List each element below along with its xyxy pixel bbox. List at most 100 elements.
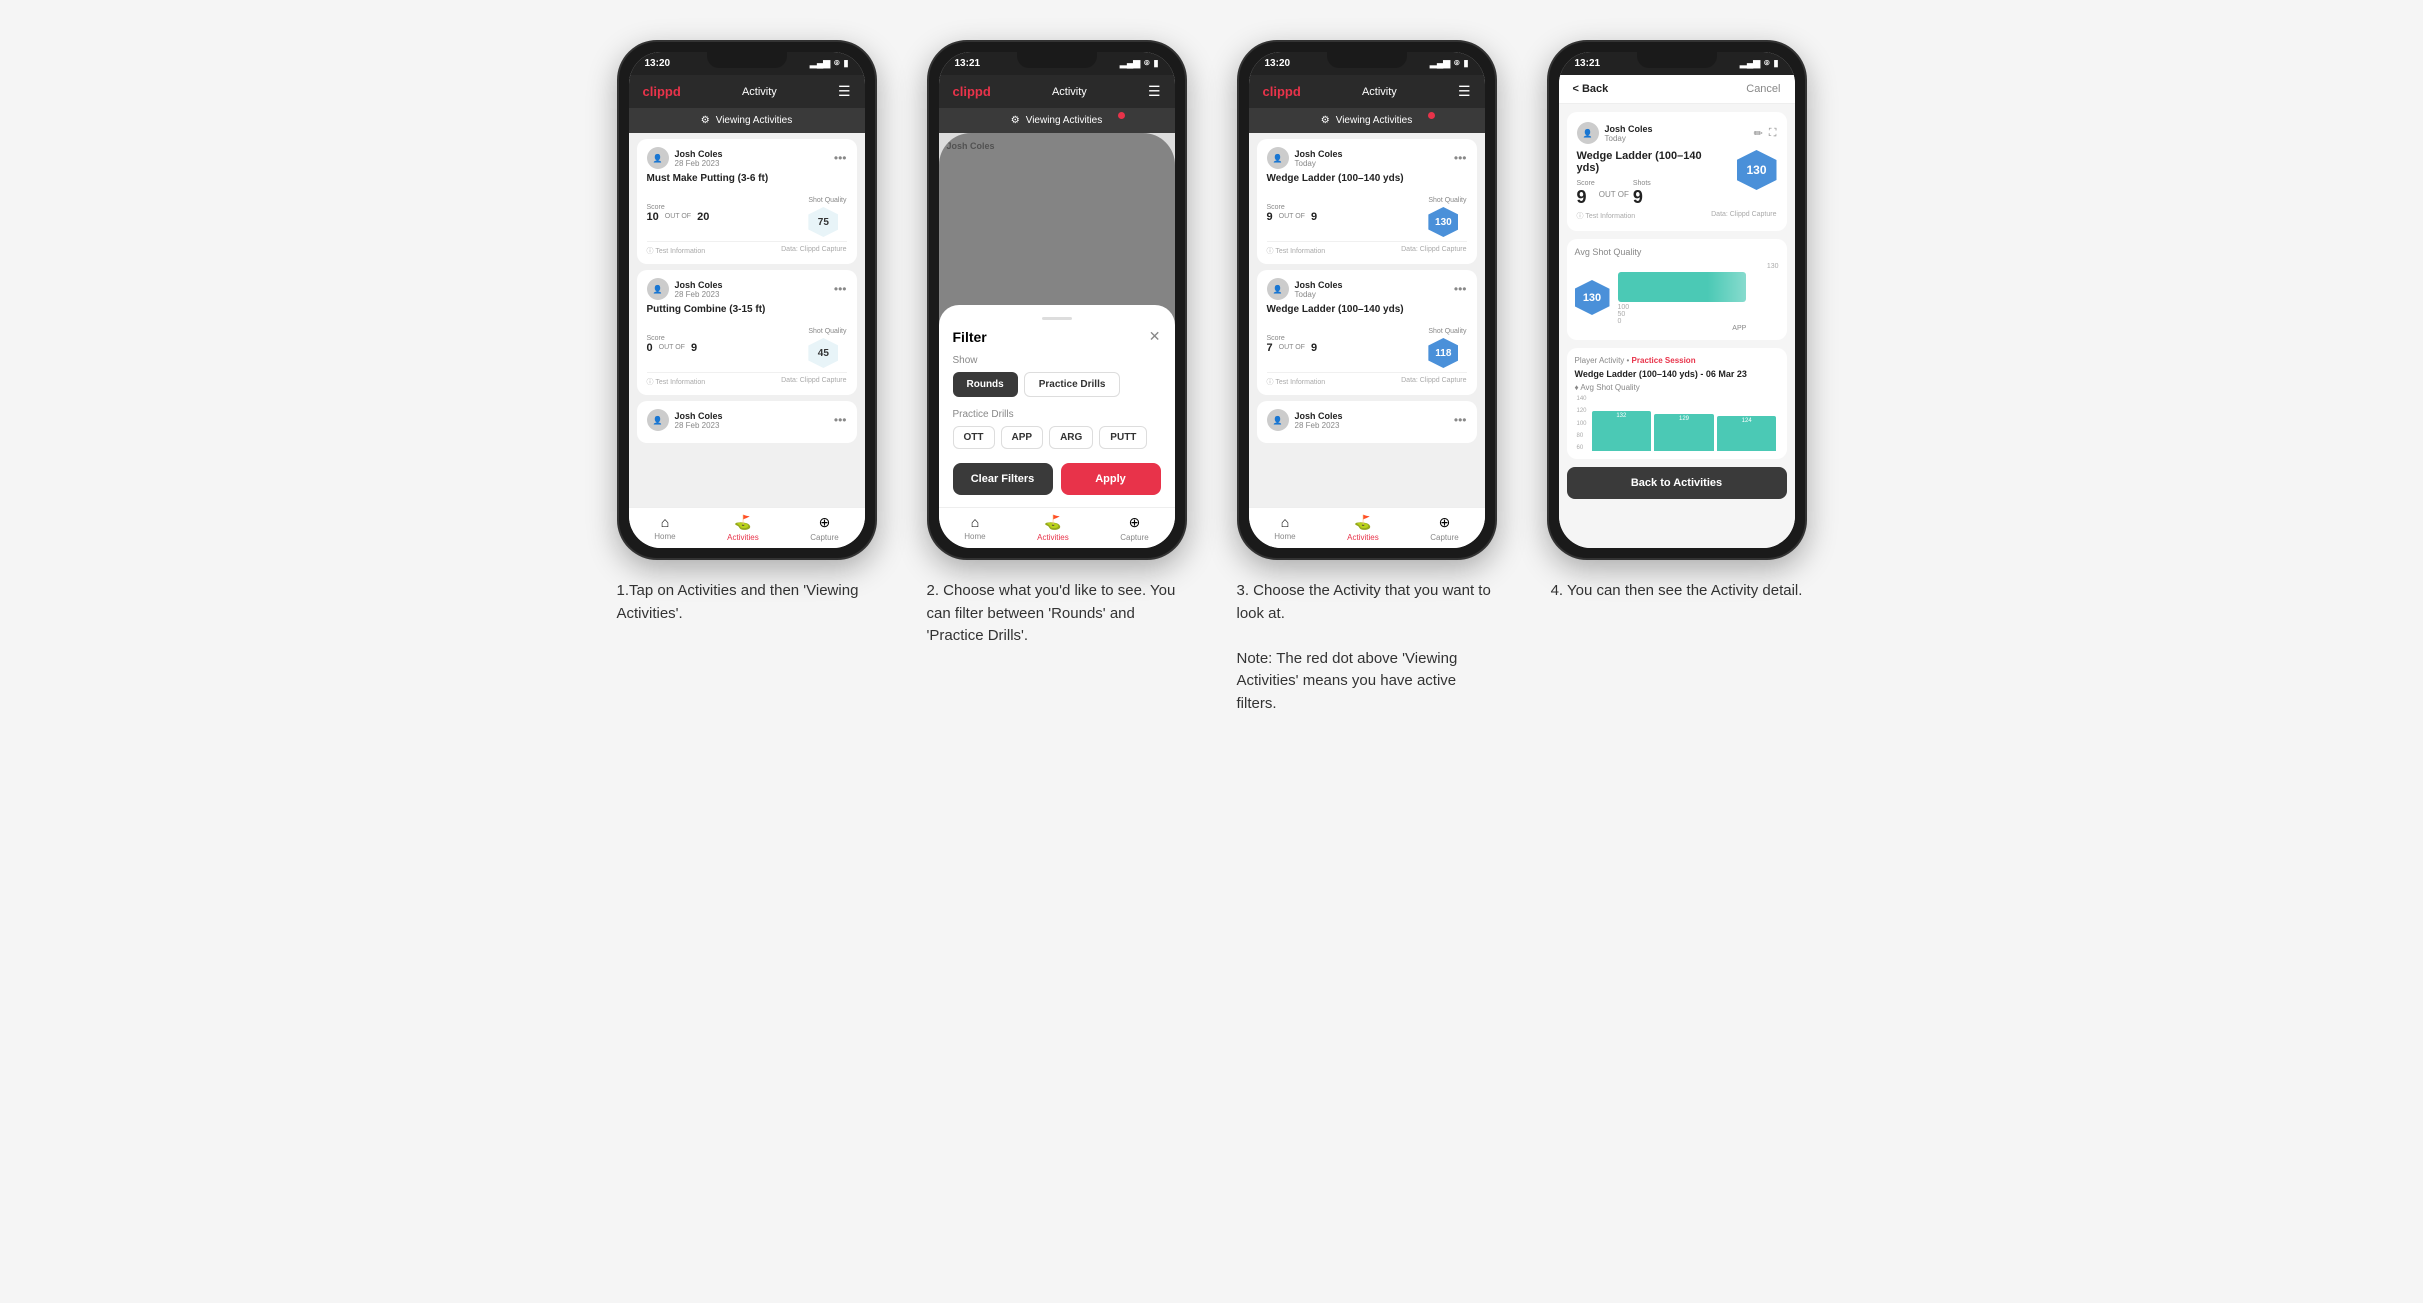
- phone-section-1: 13:20 ▂▄▆ ⌾ ▮ clippd Activity ☰ ⚙ Viewin…: [607, 40, 887, 625]
- sq-badge-3-2: 118: [1428, 338, 1458, 368]
- sq-badge-1-1: 75: [808, 207, 838, 237]
- nav-home-3[interactable]: ⌂ Home: [1274, 514, 1295, 542]
- stat-score-1-2: Score 0 OUT OF 9: [647, 335, 698, 354]
- card-header-3-2: 👤 Josh Coles Today •••: [1267, 278, 1467, 300]
- filter-icon-1: ⚙: [701, 115, 710, 126]
- filter-title-2: Filter: [953, 329, 987, 345]
- back-to-activities-button-4[interactable]: Back to Activities: [1567, 467, 1787, 499]
- more-dots-1-3[interactable]: •••: [834, 413, 847, 427]
- user-name-1-3: Josh Coles: [675, 411, 723, 421]
- sq-group-1-1: Shot Quality 75: [808, 189, 846, 237]
- activity-card-1-2[interactable]: 👤 Josh Coles 28 Feb 2023 ••• Putting Com…: [637, 270, 857, 395]
- status-bar-4: 13:21 ▂▄▆ ⌾ ▮: [1559, 52, 1795, 75]
- detail-user-date-4: Today: [1605, 134, 1653, 143]
- nav-activities-3[interactable]: ⛳ Activities: [1347, 514, 1379, 542]
- y-60-4: 60: [1577, 445, 1587, 451]
- hamburger-icon-2[interactable]: ☰: [1148, 83, 1161, 100]
- nav-capture-2[interactable]: ⊕ Capture: [1120, 514, 1148, 542]
- bar-3-label-4: 124: [1742, 418, 1752, 424]
- filter-modal-2: Filter ✕ Show Rounds Practice Drills Pra…: [939, 305, 1175, 507]
- apply-button-2[interactable]: Apply: [1061, 463, 1161, 495]
- more-dots-3-1[interactable]: •••: [1454, 151, 1467, 165]
- app-header-1: clippd Activity ☰: [629, 75, 865, 108]
- activities-list-2-bg: Josh Coles Filter ✕ Show Rounds Practice…: [939, 133, 1175, 507]
- drill-ott-2[interactable]: OTT: [953, 426, 995, 449]
- activity-card-3-2[interactable]: 👤 Josh Coles Today ••• Wedge Ladder (100…: [1257, 270, 1477, 395]
- out-of-3-1: OUT OF: [1279, 213, 1305, 220]
- detail-avatar-4: 👤: [1577, 122, 1599, 144]
- nav-home-2[interactable]: ⌂ Home: [964, 514, 985, 542]
- more-dots-1-1[interactable]: •••: [834, 151, 847, 165]
- practice-session-link-4[interactable]: Practice Session: [1632, 356, 1696, 365]
- drill-buttons-2: OTT APP ARG PUTT: [953, 426, 1161, 449]
- cancel-button-4[interactable]: Cancel: [1746, 83, 1780, 95]
- info-left-3-1: ⓘ Test Information: [1267, 246, 1326, 256]
- nav-capture-1[interactable]: ⊕ Capture: [810, 514, 838, 542]
- drill-putt-2[interactable]: PUTT: [1099, 426, 1147, 449]
- drill-arg-2[interactable]: ARG: [1049, 426, 1093, 449]
- info-right-3-2: Data: Clippd Capture: [1401, 377, 1466, 387]
- expand-icon-4[interactable]: ⛶: [1769, 127, 1777, 140]
- activity-card-1-3[interactable]: 👤 Josh Coles 28 Feb 2023 •••: [637, 401, 857, 443]
- hamburger-icon-1[interactable]: ☰: [838, 83, 851, 100]
- edit-icon-4[interactable]: ✏: [1754, 127, 1763, 140]
- phone-inner-2: 13:21 ▂▄▆ ⌾ ▮ clippd Activity ☰ ⚙ Viewin…: [939, 52, 1175, 548]
- shots-value-1-1: 20: [697, 211, 709, 223]
- activity-card-1-1[interactable]: 👤 Josh Coles 28 Feb 2023 ••• Must Make P…: [637, 139, 857, 264]
- more-dots-3-2[interactable]: •••: [1454, 282, 1467, 296]
- chart-top-label-4: 130: [1618, 263, 1779, 270]
- battery-icon-2: ▮: [1154, 58, 1159, 69]
- viewing-activities-bar-2[interactable]: ⚙ Viewing Activities: [939, 108, 1175, 133]
- activities-label-2: Activities: [1037, 533, 1069, 542]
- home-icon-2: ⌂: [971, 514, 979, 530]
- activity-title-3-1: Wedge Ladder (100–140 yds): [1267, 173, 1467, 184]
- show-label-2: Show: [953, 355, 1161, 366]
- activities-label-3: Activities: [1347, 533, 1379, 542]
- battery-icon-1: ▮: [844, 58, 849, 69]
- card-header-3-3: 👤 Josh Coles 28 Feb 2023 •••: [1267, 409, 1467, 431]
- bar-2-4: 129: [1654, 414, 1714, 451]
- sq-label-1-1: Shot Quality: [808, 197, 846, 204]
- viewing-activities-bar-3[interactable]: ⚙ Viewing Activities: [1249, 108, 1485, 133]
- nav-activities-2[interactable]: ⛳ Activities: [1037, 514, 1069, 542]
- close-button-2[interactable]: ✕: [1149, 328, 1161, 345]
- rounds-button-2[interactable]: Rounds: [953, 372, 1018, 397]
- practice-drills-button-2[interactable]: Practice Drills: [1024, 372, 1121, 397]
- avatar-3-1: 👤: [1267, 147, 1289, 169]
- hamburger-icon-3[interactable]: ☰: [1458, 83, 1471, 100]
- clear-filters-button-2[interactable]: Clear Filters: [953, 463, 1053, 495]
- viewing-activities-label-2: Viewing Activities: [1026, 115, 1103, 126]
- drill-app-2[interactable]: APP: [1001, 426, 1044, 449]
- sq-label-1-2: Shot Quality: [808, 328, 846, 335]
- stat-score-1-1: Score 10 OUT OF 20: [647, 204, 710, 223]
- score-label-3-1: Score: [1267, 204, 1318, 211]
- nav-home-1[interactable]: ⌂ Home: [654, 514, 675, 542]
- more-dots-1-2[interactable]: •••: [834, 282, 847, 296]
- activity-card-3-1[interactable]: 👤 Josh Coles Today ••• Wedge Ladder (100…: [1257, 139, 1477, 264]
- detail-score-group-4: Score 9 OUT OF Shots 9: [1577, 180, 1717, 208]
- notch-1: [707, 52, 787, 68]
- home-icon-3: ⌂: [1281, 514, 1289, 530]
- user-info-1-2: 👤 Josh Coles 28 Feb 2023: [647, 278, 723, 300]
- back-button-4[interactable]: < Back: [1573, 83, 1609, 95]
- capture-icon-2: ⊕: [1129, 514, 1141, 531]
- detail-test-info-4: ⓘ Test Information: [1577, 211, 1636, 221]
- nav-activities-1[interactable]: ⛳ Activities: [727, 514, 759, 542]
- app-title-1: Activity: [742, 86, 777, 98]
- wifi-icon-1: ⌾: [834, 58, 839, 69]
- capture-icon-3: ⊕: [1439, 514, 1451, 531]
- viewing-activities-bar-1[interactable]: ⚙ Viewing Activities: [629, 108, 865, 133]
- status-time-1: 13:20: [645, 58, 671, 69]
- home-label-3: Home: [1274, 532, 1295, 541]
- activities-list-1: 👤 Josh Coles 28 Feb 2023 ••• Must Make P…: [629, 133, 865, 507]
- sq-group-1-2: Shot Quality 45: [808, 320, 846, 368]
- app-logo-1: clippd: [643, 84, 681, 99]
- info-left-3-2: ⓘ Test Information: [1267, 377, 1326, 387]
- score-label-1-2: Score: [647, 335, 698, 342]
- user-info-1-3: 👤 Josh Coles 28 Feb 2023: [647, 409, 723, 431]
- bottom-nav-3: ⌂ Home ⛳ Activities ⊕ Capture: [1249, 507, 1485, 548]
- nav-capture-3[interactable]: ⊕ Capture: [1430, 514, 1458, 542]
- activity-card-3-3[interactable]: 👤 Josh Coles 28 Feb 2023 •••: [1257, 401, 1477, 443]
- more-dots-3-3[interactable]: •••: [1454, 413, 1467, 427]
- status-time-4: 13:21: [1575, 58, 1601, 69]
